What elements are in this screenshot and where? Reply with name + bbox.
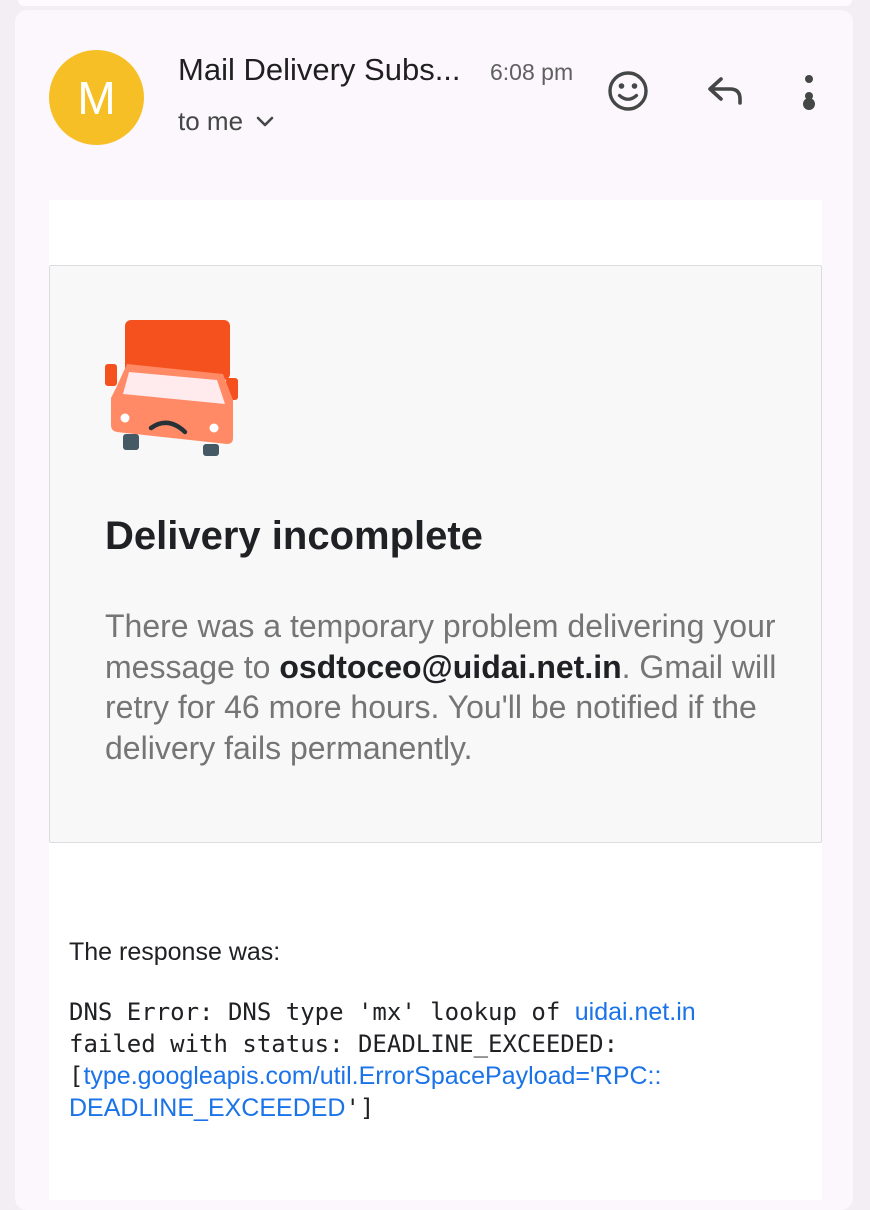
- recipient-label: to me: [178, 106, 244, 136]
- domain-link[interactable]: uidai.net.in: [575, 998, 696, 1026]
- emoji-reaction-icon: [608, 71, 648, 111]
- notice-title: Delivery incomplete: [105, 514, 483, 558]
- error-line-1: DNS Error: DNS type 'mx' lookup of: [69, 998, 575, 1026]
- avatar[interactable]: M: [49, 50, 144, 145]
- reply-icon: [708, 77, 742, 105]
- delivery-notice-box: Delivery incomplete There was a temporar…: [49, 265, 822, 843]
- error-bracket-close: ']: [345, 1094, 375, 1122]
- reply-button[interactable]: [697, 63, 753, 119]
- message-time: 6:08 pm: [490, 59, 574, 85]
- response-label: The response was:: [69, 938, 281, 966]
- emoji-reaction-button[interactable]: [600, 63, 656, 119]
- chevron-down-icon: [256, 116, 274, 126]
- error-line-2: failed with status: DEADLINE_EXCEEDED:: [69, 1030, 619, 1058]
- error-payload-link-cont[interactable]: DEADLINE_EXCEEDED: [69, 1094, 345, 1122]
- error-payload-link[interactable]: type.googleapis.com/util.ErrorSpacePaylo…: [83, 1062, 661, 1090]
- previous-card-edge: [18, 0, 852, 6]
- sad-truck-icon: [105, 320, 238, 456]
- recipient-details-toggle[interactable]: to me: [178, 106, 275, 137]
- more-options-button[interactable]: [781, 63, 837, 119]
- notice-message: There was a temporary problem delivering…: [105, 606, 795, 768]
- more-vert-dot: [803, 98, 815, 110]
- error-bracket-open: [: [69, 1062, 84, 1090]
- recipient-email: osdtoceo@uidai.net.in: [279, 648, 622, 685]
- avatar-letter: M: [77, 71, 116, 124]
- error-details: DNS Error: DNS type 'mx' lookup of uidai…: [69, 996, 809, 1124]
- sender-name[interactable]: Mail Delivery Subs...: [178, 52, 461, 88]
